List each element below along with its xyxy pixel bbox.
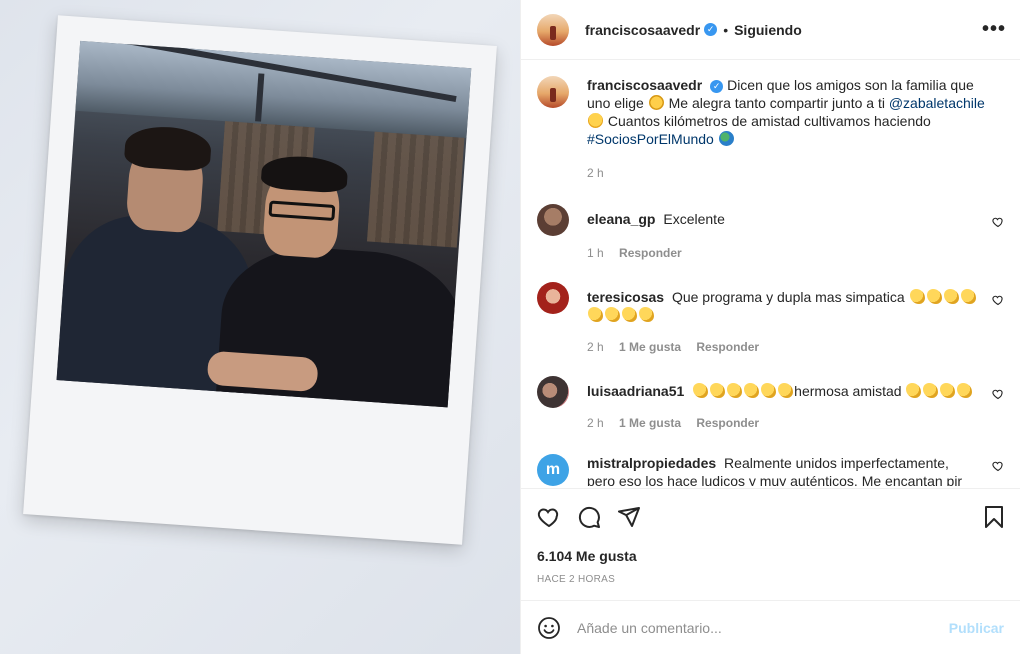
- comment-icon[interactable]: [577, 505, 601, 529]
- comment-username[interactable]: mistralpropiedades: [587, 455, 716, 471]
- instagram-post: franciscosaavedr ✓ • Siguiendo ••• franc…: [0, 0, 1020, 654]
- comment-text: Excelente: [663, 211, 725, 227]
- likes-count[interactable]: 6.104 Me gusta: [537, 548, 637, 564]
- comment-time[interactable]: 2 h: [587, 340, 604, 354]
- reply-button[interactable]: Responder: [696, 340, 759, 354]
- comment-text: Que programa y dupla mas simpatica: [671, 289, 905, 305]
- comment-time[interactable]: 2 h: [587, 416, 604, 430]
- avatar[interactable]: [537, 13, 569, 46]
- clap-emoji-icon: [710, 383, 726, 398]
- hug-emoji-icon: [648, 95, 664, 110]
- polaroid-photo: [23, 15, 497, 545]
- caption-text: Me alegra tanto compartir junto a ti: [668, 95, 885, 111]
- reply-button[interactable]: Responder: [696, 416, 759, 430]
- clap-emoji-icon: [605, 307, 620, 322]
- add-comment-bar: Publicar: [521, 600, 1020, 654]
- clap-emoji-icon: [727, 383, 743, 398]
- comment-time[interactable]: 1 h: [587, 246, 604, 260]
- clap-emoji-icon: [639, 307, 654, 322]
- clap-emoji-icon: [957, 383, 973, 398]
- clap-emoji-icon: [906, 383, 922, 398]
- clap-emoji-icon: [943, 289, 959, 304]
- emoji-icon[interactable]: [537, 616, 561, 640]
- comment-item: eleana_gp Excelente 1 h Responder: [537, 204, 1004, 262]
- comment-likes[interactable]: 1 Me gusta: [619, 416, 681, 430]
- clap-emoji-icon: [940, 383, 956, 398]
- avatar[interactable]: [537, 282, 569, 314]
- comment-username[interactable]: eleana_gp: [587, 211, 655, 227]
- avatar[interactable]: [537, 76, 569, 108]
- clap-emoji-icon: [693, 383, 709, 398]
- reply-button[interactable]: Responder: [619, 246, 682, 260]
- caption-text: Cuantos kilómetros de amistad cultivamos…: [607, 113, 931, 129]
- globe-emoji-icon: [718, 131, 734, 146]
- hashtag-link[interactable]: #SociosPorElMundo: [587, 131, 714, 147]
- avatar[interactable]: [537, 376, 569, 408]
- verified-badge-icon: ✓: [710, 80, 724, 93]
- comment-likes[interactable]: 1 Me gusta: [619, 340, 681, 354]
- clap-emoji-icon: [923, 383, 939, 398]
- caption-time[interactable]: 2 h: [587, 166, 604, 180]
- comment-text: hermosa amistad: [794, 383, 902, 399]
- comment-username[interactable]: teresicosas: [587, 289, 664, 305]
- heart-small-icon[interactable]: [992, 460, 1004, 472]
- separator-dot: •: [723, 21, 729, 38]
- more-options-icon[interactable]: •••: [982, 18, 1006, 41]
- post-time[interactable]: HACE 2 HORAS: [537, 574, 615, 585]
- post-header: franciscosaavedr ✓ • Siguiendo •••: [521, 0, 1020, 60]
- caption-username[interactable]: franciscosaavedr: [587, 77, 702, 93]
- clap-emoji-icon: [926, 289, 942, 304]
- avatar[interactable]: m: [537, 454, 569, 486]
- bookmark-icon[interactable]: [982, 505, 1006, 529]
- clap-emoji-icon: [909, 289, 925, 304]
- heart-small-icon[interactable]: [992, 388, 1004, 400]
- photo-content: [56, 40, 472, 408]
- publish-button[interactable]: Publicar: [949, 620, 1004, 636]
- heart-icon[interactable]: [537, 505, 561, 529]
- comment-item: teresicosas Que programa y dupla mas sim…: [537, 282, 1004, 356]
- clap-emoji-icon: [588, 307, 603, 322]
- clap-emoji-icon: [622, 307, 637, 322]
- comment-item: luisaadriana51 hermosa amistad 2 h 1 Me …: [537, 376, 1004, 432]
- comments-list[interactable]: franciscosaavedr ✓ Dicen que los amigos s…: [521, 60, 1020, 486]
- header-username[interactable]: franciscosaavedr: [585, 22, 700, 38]
- smile-emoji-icon: [588, 113, 603, 128]
- comment-username[interactable]: luisaadriana51: [587, 383, 684, 399]
- action-icons: [537, 505, 1006, 531]
- comment-input[interactable]: [577, 619, 949, 636]
- mention-link[interactable]: @zabaletachile: [889, 95, 985, 111]
- following-button[interactable]: Siguiendo: [734, 22, 802, 38]
- verified-badge-icon: ✓: [704, 23, 718, 36]
- heart-small-icon[interactable]: [992, 216, 1004, 228]
- clap-emoji-icon: [960, 289, 976, 304]
- avatar[interactable]: [537, 204, 569, 236]
- clap-emoji-icon: [744, 383, 760, 398]
- clap-emoji-icon: [761, 383, 777, 398]
- share-icon[interactable]: [617, 505, 641, 529]
- comment-item: m mistralpropiedades Realmente unidos im…: [537, 454, 1004, 486]
- clap-emoji-icon: [778, 383, 794, 398]
- post-image[interactable]: [0, 0, 520, 654]
- post-panel: franciscosaavedr ✓ • Siguiendo ••• franc…: [520, 0, 1020, 654]
- caption: franciscosaavedr ✓ Dicen que los amigos s…: [537, 76, 1004, 182]
- heart-small-icon[interactable]: [992, 294, 1004, 306]
